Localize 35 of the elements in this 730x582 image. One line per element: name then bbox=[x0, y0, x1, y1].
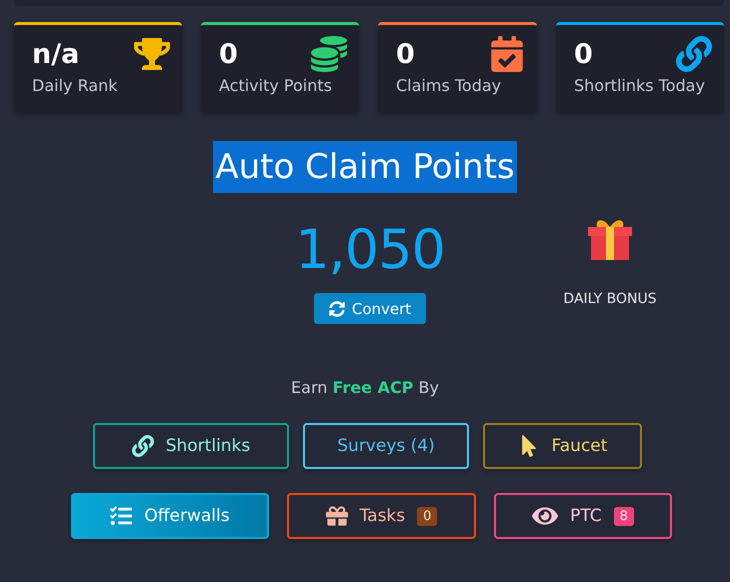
count-badge: 8 bbox=[614, 506, 634, 526]
daily-bonus-label[interactable]: DAILY BONUS bbox=[563, 291, 657, 307]
trophy-icon bbox=[134, 36, 170, 72]
convert-button[interactable]: Convert bbox=[314, 293, 426, 324]
button-label: Faucet bbox=[552, 436, 608, 456]
stat-label: Shortlinks Today bbox=[574, 76, 706, 96]
stat-label: Activity Points bbox=[219, 76, 333, 96]
checklist-icon bbox=[110, 505, 132, 527]
page-title: Auto Claim Points bbox=[213, 141, 517, 193]
nav-button[interactable]: Offerwalls bbox=[71, 493, 269, 539]
nav-button[interactable]: Surveys (4) bbox=[303, 423, 469, 469]
button-label: Surveys (4) bbox=[337, 436, 435, 456]
points-value: 1,050 bbox=[295, 217, 445, 283]
button-label: Shortlinks bbox=[166, 436, 250, 456]
stat-value: 0 bbox=[396, 39, 415, 72]
link-icon bbox=[676, 36, 712, 72]
coins-icon bbox=[311, 36, 347, 72]
button-label: Offerwalls bbox=[144, 506, 230, 526]
link-icon bbox=[132, 435, 154, 457]
stat-value: n/a bbox=[32, 39, 80, 72]
stat-value: 0 bbox=[574, 39, 593, 72]
refresh-icon bbox=[328, 300, 345, 316]
nav-button[interactable]: Faucet bbox=[483, 423, 642, 469]
calendar-check-icon bbox=[489, 36, 525, 72]
nav-button[interactable]: PTC 8 bbox=[494, 493, 672, 539]
nav-button[interactable]: Shortlinks bbox=[93, 423, 289, 469]
stat-value: 0 bbox=[219, 39, 238, 72]
stat-label: Daily Rank bbox=[32, 76, 119, 96]
gift-icon bbox=[326, 505, 348, 527]
button-label: Tasks bbox=[360, 506, 406, 526]
stat-label: Claims Today bbox=[396, 76, 502, 96]
button-label: PTC bbox=[570, 506, 602, 526]
nav-button[interactable]: Tasks 0 bbox=[287, 493, 476, 539]
count-badge: 0 bbox=[417, 506, 438, 526]
earn-text: Earn Free ACP By bbox=[290, 378, 440, 397]
